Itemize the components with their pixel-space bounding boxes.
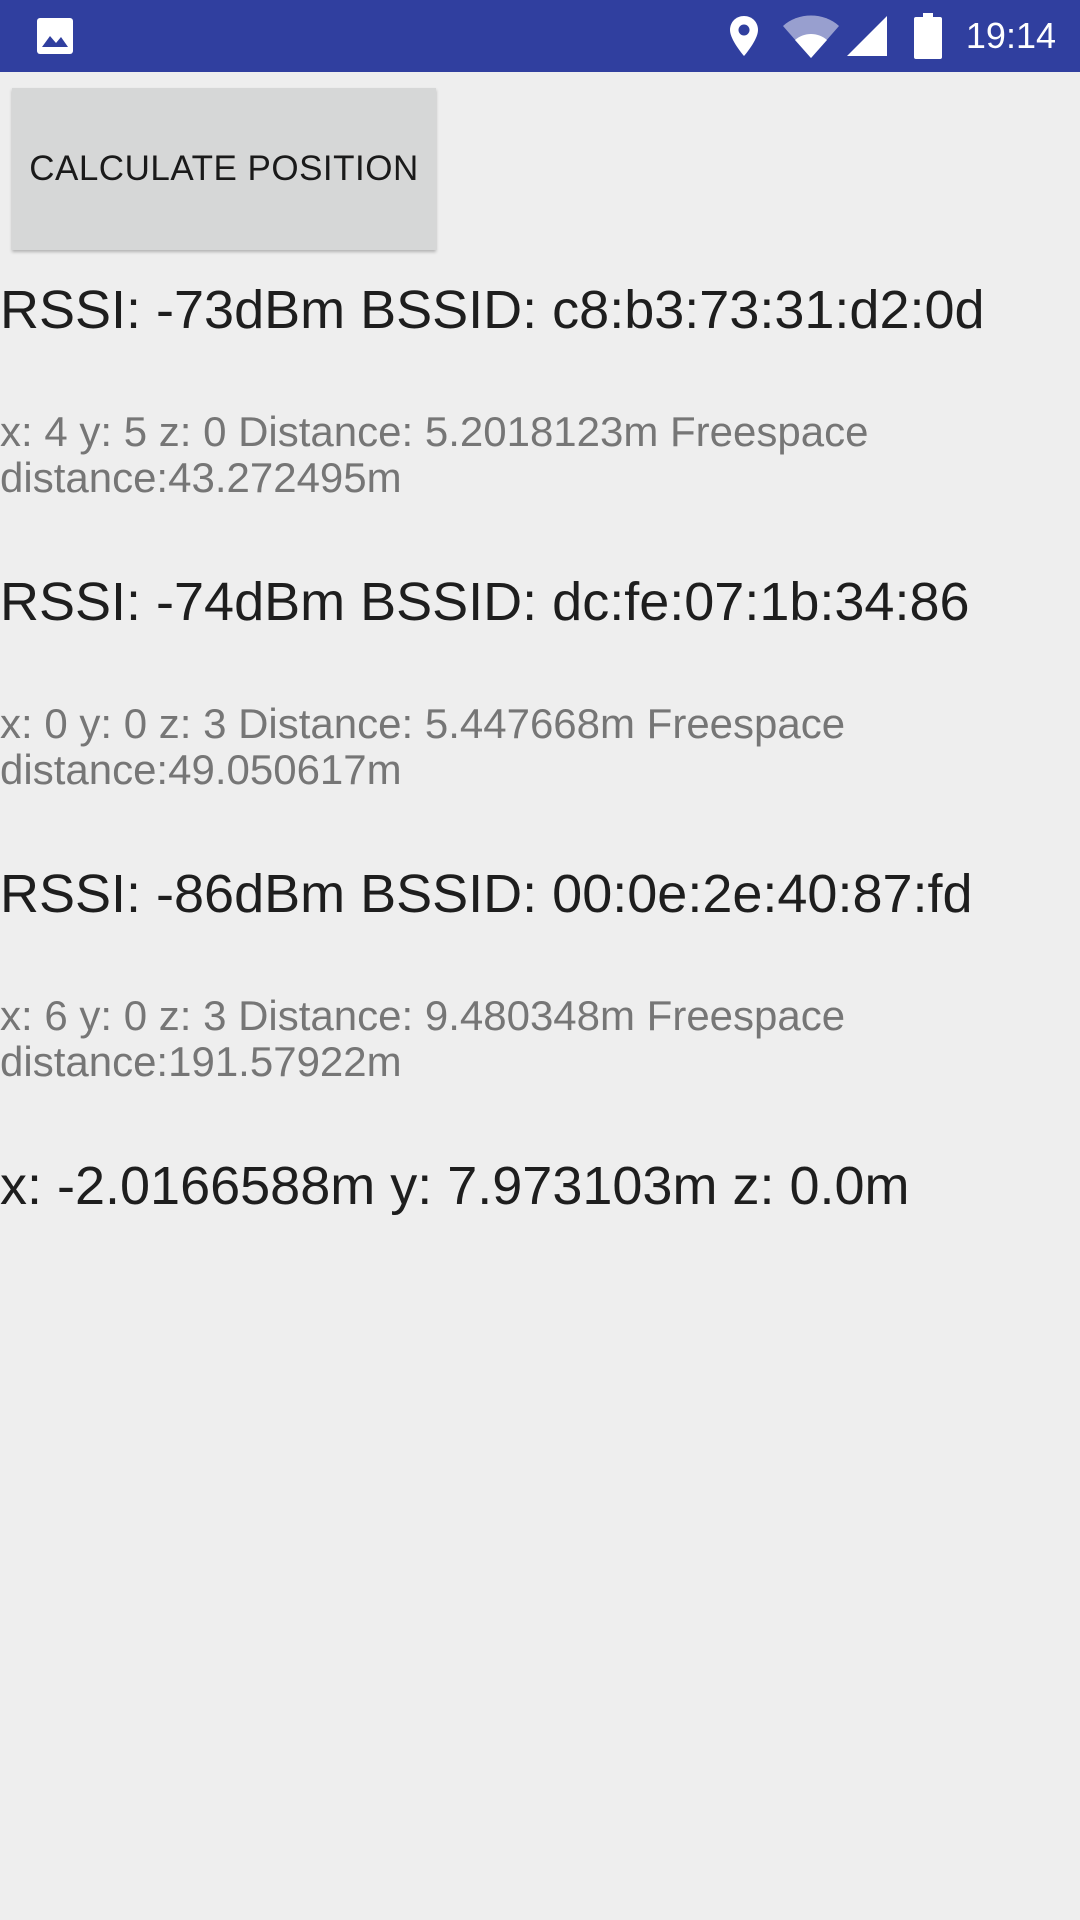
calculate-position-button[interactable]: CALCULATE POSITION <box>12 88 436 250</box>
ap-1-rssi: RSSI: -73dBm BSSID: c8:b3:73:31:d2:0d <box>0 280 985 340</box>
ap-3-rssi: RSSI: -86dBm BSSID: 00:0e:2e:40:87:fd <box>0 864 973 924</box>
wifi-icon <box>780 0 842 72</box>
battery-icon <box>910 0 946 72</box>
calculated-position: x: -2.0166588m y: 7.973103m z: 0.0m <box>0 1156 910 1216</box>
ap-2-details: x: 0 y: 0 z: 3 Distance: 5.447668m Frees… <box>0 700 846 793</box>
ap-2-rssi: RSSI: -74dBm BSSID: dc:fe:07:1b:34:86 <box>0 572 970 632</box>
signal-icon <box>842 0 892 72</box>
status-bar: 19:14 <box>0 0 1080 72</box>
location-icon <box>722 0 766 72</box>
ap-1-details: x: 4 y: 5 z: 0 Distance: 5.2018123m Free… <box>0 408 869 501</box>
status-time: 19:14 <box>965 15 1056 56</box>
image-icon <box>30 0 80 72</box>
ap-3-details: x: 6 y: 0 z: 3 Distance: 9.480348m Frees… <box>0 992 846 1085</box>
